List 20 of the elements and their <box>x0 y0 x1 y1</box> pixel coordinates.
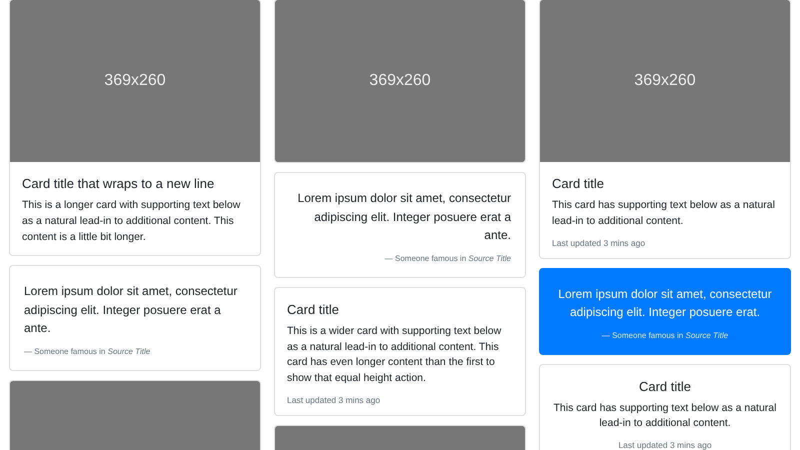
card-title: Card title that wraps to a new line <box>22 176 216 191</box>
quote-text: Lorem ipsum dolor sit amet, consectetur adipiscing elit. Integer posuere erat. <box>557 286 773 322</box>
image-size-label: 369x260 <box>104 72 166 90</box>
quote-text: Lorem ipsum dolor sit amet, consectetur adipiscing elit. Integer posuere erat a ante. <box>296 190 511 244</box>
updated-text: Last updated 3 mins ago <box>617 440 713 450</box>
card-title: Card title <box>638 378 692 394</box>
card-title: Card title <box>287 302 340 317</box>
card-text: This card has supporting text below as a natural lead-in to additional content. <box>552 198 776 229</box>
image-size-label: 369x260 <box>369 72 431 90</box>
updated-text: Last updated 3 mins ago <box>552 238 646 248</box>
quote-attribution: — Someone famous in Source Title <box>384 254 511 263</box>
quote-text: Lorem ipsum dolor sit amet, consectetur adipiscing elit. Integer posuere erat a ante. <box>24 283 238 338</box>
quote-attribution: — Someone famous in Source Title <box>600 330 730 340</box>
card-text: This is a wider card with supporting text below as a natural lead-in to additional content. This card has even longer content than the first to show that equal height action. <box>287 324 502 386</box>
image-size-label: 369x260 <box>634 72 696 90</box>
card-text: This card has supporting text below as a natural lead-in to additional content. <box>552 400 778 432</box>
card-text: This is a longer card with supporting text below as a natural lead-in to additional content. This content is a little bit longer. <box>22 198 242 244</box>
updated-text: Last updated 3 mins ago <box>287 394 382 405</box>
card-title: Card title <box>552 176 606 191</box>
quote-attribution: — Someone famous in Source Title <box>24 347 152 356</box>
